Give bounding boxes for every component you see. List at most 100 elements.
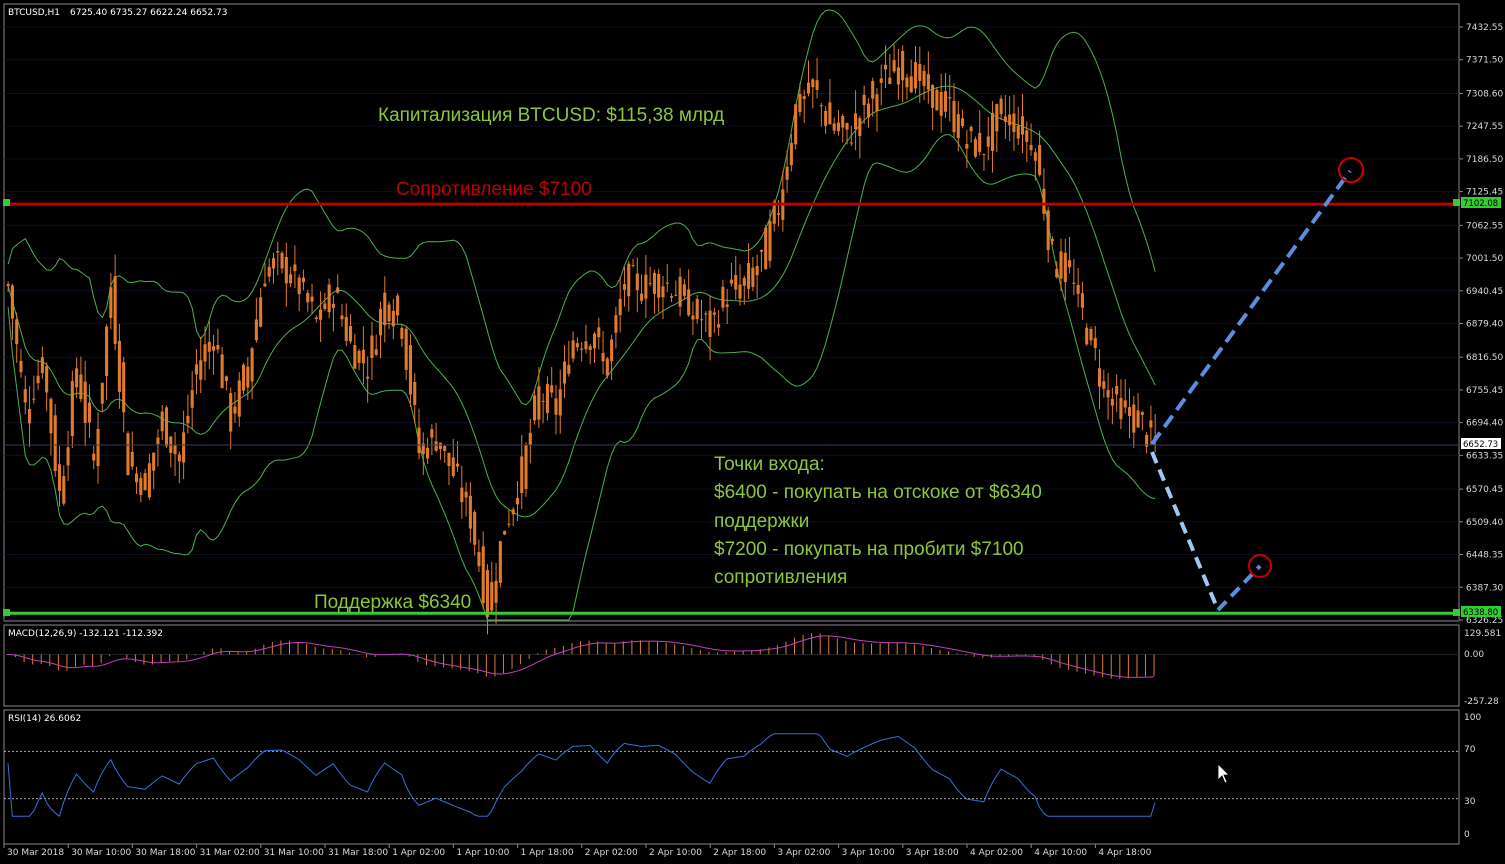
candle-body bbox=[267, 266, 271, 277]
candle-body bbox=[721, 286, 725, 308]
price-tick-label: 6816.50 bbox=[1466, 353, 1503, 363]
time-tick-label: 3 Apr 02:00 bbox=[777, 848, 830, 858]
candle-body bbox=[45, 366, 49, 393]
annotation-entry-1b: поддержки bbox=[714, 511, 809, 532]
candle-body bbox=[349, 326, 353, 342]
annotation-entry-1a: $6400 - покупать на отскоке от $6340 bbox=[714, 482, 1042, 503]
annotation-cap: Капитализация BTCUSD: $115,38 млрд bbox=[378, 105, 724, 126]
candle-body bbox=[314, 317, 318, 320]
annotation-resistance: Сопротивление $7100 bbox=[396, 179, 592, 200]
candle-body bbox=[991, 112, 995, 151]
time-axis: 30 Mar 2018 30 Mar 10:00 30 Mar 18:00 31 Ma… bbox=[3, 844, 1152, 858]
price-tick-label: 6940.45 bbox=[1466, 287, 1503, 297]
rsi-panel-frame bbox=[3, 709, 1460, 845]
candle-body bbox=[1033, 152, 1037, 161]
forecast-down-line[interactable] bbox=[1150, 451, 1220, 611]
target-marker-high[interactable] bbox=[1338, 157, 1364, 183]
candle-body bbox=[498, 541, 502, 583]
candle-body bbox=[1140, 412, 1144, 415]
candle-body bbox=[858, 118, 862, 137]
chart-ohlc: 6725.40 6735.27 6622.24 6652.73 bbox=[70, 8, 227, 18]
resistance-handle[interactable] bbox=[3, 199, 10, 206]
candle-body bbox=[224, 376, 228, 381]
candle-body bbox=[729, 279, 733, 284]
candle-body bbox=[1042, 188, 1046, 214]
candle-body bbox=[1106, 389, 1110, 398]
candle-body bbox=[1115, 386, 1119, 395]
candle-body bbox=[1029, 144, 1033, 151]
macd-label: MACD(12,26,9) -132.121 -112.392 bbox=[8, 629, 163, 639]
time-tick-label: 1 Apr 10:00 bbox=[456, 848, 509, 858]
candle-body bbox=[866, 103, 870, 118]
candle-body bbox=[464, 491, 468, 498]
candle-body bbox=[417, 427, 421, 454]
candle-body bbox=[618, 298, 622, 316]
time-tick-label: 4 Apr 10:00 bbox=[1034, 848, 1087, 858]
time-tick-label: 30 Mar 10:00 bbox=[71, 848, 131, 858]
candle-body bbox=[199, 360, 203, 380]
candle-body bbox=[811, 79, 815, 88]
candle-body bbox=[699, 319, 704, 321]
candle-body bbox=[271, 258, 276, 269]
candle-body bbox=[905, 77, 909, 88]
candle-body bbox=[708, 310, 712, 337]
candle-body bbox=[742, 277, 746, 286]
candle-body bbox=[524, 445, 528, 489]
candle-body bbox=[1050, 238, 1054, 242]
candle-body bbox=[948, 97, 952, 99]
candle-body bbox=[310, 296, 314, 302]
candle-body bbox=[648, 283, 652, 285]
candle-body bbox=[485, 570, 490, 618]
annotation-entry-2b: сопротивления bbox=[714, 567, 847, 588]
support-handle[interactable] bbox=[3, 609, 10, 616]
candle-body bbox=[96, 429, 100, 466]
candle-body bbox=[237, 380, 241, 417]
rsi-tick-100: 100 bbox=[1464, 713, 1481, 723]
candle-body bbox=[712, 312, 716, 315]
candle-body bbox=[443, 446, 447, 451]
candle-body bbox=[220, 354, 224, 389]
price-tick-label: 7001.50 bbox=[1466, 254, 1503, 264]
candle-body bbox=[640, 293, 644, 301]
candle-body bbox=[438, 442, 442, 449]
candle-body bbox=[986, 136, 990, 147]
time-tick-label: 31 Mar 18:00 bbox=[328, 848, 388, 858]
support-handle-right[interactable] bbox=[1453, 609, 1460, 616]
price-tick-label: 6387.30 bbox=[1466, 583, 1503, 593]
candle-body bbox=[40, 357, 44, 374]
forecast-up-line[interactable] bbox=[1150, 169, 1352, 446]
candle-body bbox=[1123, 400, 1127, 408]
rsi-tick-30: 30 bbox=[1464, 797, 1476, 807]
bollinger-bands bbox=[7, 9, 1156, 621]
resistance-handle-right[interactable] bbox=[1453, 199, 1460, 206]
candle-body bbox=[203, 344, 207, 362]
time-tick-label: 1 Apr 18:00 bbox=[521, 848, 574, 858]
candle-body bbox=[391, 310, 395, 327]
price-tick-label: 6633.35 bbox=[1466, 451, 1503, 461]
candle-body bbox=[242, 364, 246, 391]
candle-body bbox=[665, 282, 669, 284]
candle-body bbox=[854, 113, 858, 130]
candle-body bbox=[378, 308, 383, 336]
time-tick-label: 2 Apr 10:00 bbox=[649, 848, 702, 858]
candle-body bbox=[383, 292, 387, 326]
candle-body bbox=[849, 142, 853, 144]
candle-body bbox=[503, 530, 507, 535]
candle-body bbox=[207, 341, 211, 352]
candle-body bbox=[1149, 420, 1153, 428]
candle-body bbox=[931, 84, 935, 108]
price-tick-label: 7186.50 bbox=[1466, 155, 1503, 165]
forecast-rebound-line[interactable] bbox=[1216, 564, 1262, 612]
candle-body bbox=[173, 445, 177, 455]
candle-body bbox=[888, 77, 892, 85]
candle-body bbox=[122, 362, 126, 413]
candle-body bbox=[952, 100, 956, 133]
candle-body bbox=[357, 350, 361, 363]
candle-body bbox=[828, 102, 832, 125]
candle-body bbox=[614, 315, 618, 333]
candle-body bbox=[764, 227, 768, 270]
candle-body bbox=[105, 326, 109, 376]
trading-chart[interactable]: BTCUSD,H1 6725.40 6735.27 6622.24 6652.7… bbox=[0, 0, 1505, 864]
candle-body bbox=[113, 276, 117, 344]
candle-body bbox=[336, 287, 340, 293]
